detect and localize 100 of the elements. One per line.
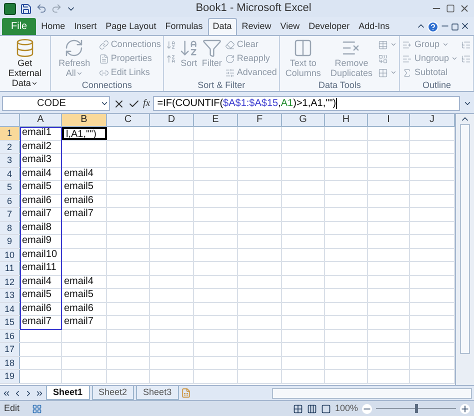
group-label: Data Tools (318, 80, 362, 91)
previous-sheet-icon[interactable] (13, 388, 22, 398)
table-cell-text: email4 (21, 168, 52, 180)
row-header[interactable]: 16 (0, 330, 20, 342)
row-header[interactable]: 2 (0, 140, 20, 153)
column-header[interactable]: I (368, 114, 410, 127)
table-cell-text: email5 (63, 289, 94, 302)
ribbon-tab[interactable]: Formulas (161, 18, 207, 35)
expand-icon (461, 40, 472, 50)
zoom-out-icon[interactable] (362, 404, 372, 414)
table-cell-text: email6 (21, 302, 52, 315)
ribbon-tab[interactable]: Insert (70, 18, 101, 35)
document-icon (98, 54, 109, 64)
table-cell-text: email1 (21, 127, 52, 140)
column-header[interactable]: F (238, 114, 282, 127)
column-header[interactable]: A (20, 114, 62, 127)
maximize-icon[interactable] (446, 4, 455, 13)
name-box[interactable]: CODE (2, 96, 110, 111)
sheet-tab[interactable]: Sheet1 (46, 386, 90, 400)
restore-icon[interactable] (451, 23, 459, 31)
row-header[interactable]: 3 (0, 154, 20, 166)
row-header[interactable]: 10 (0, 248, 20, 261)
page-break-icon[interactable] (320, 404, 331, 414)
zoom-in-icon[interactable] (460, 404, 470, 414)
table-cell-text: email3 (21, 154, 52, 166)
dropdown-icon (100, 99, 109, 108)
ribbon-tab[interactable]: Add-Ins (354, 18, 394, 35)
row-header[interactable]: 7 (0, 208, 20, 220)
column-header[interactable]: G (282, 114, 325, 127)
ribbon-tab[interactable]: Page Layout (102, 18, 160, 35)
row-header[interactable]: 11 (0, 262, 20, 274)
row-header[interactable]: 14 (0, 302, 20, 315)
group-label: Sort & Filter (196, 80, 246, 91)
column-header[interactable]: E (194, 114, 238, 127)
table-cell-text: email7 (21, 316, 52, 328)
ribbon-tab[interactable]: Developer (304, 18, 354, 35)
column-header[interactable]: J (410, 114, 455, 127)
row-header[interactable]: 15 (0, 316, 20, 328)
sheet-tab[interactable]: Sheet3 (136, 386, 179, 400)
insert-function-icon[interactable]: fx (143, 96, 150, 111)
enter-icon[interactable] (128, 98, 140, 110)
sort-descending-icon (166, 54, 176, 64)
collapse-icon (461, 54, 472, 64)
row-header[interactable]: 17 (0, 343, 20, 356)
column-header[interactable]: C (107, 114, 150, 127)
record-macro-icon[interactable] (32, 404, 42, 414)
ribbon-tab[interactable]: Review (238, 18, 276, 35)
chain-icon (98, 68, 109, 78)
table-icon (378, 40, 388, 50)
row-header[interactable]: 5 (0, 181, 20, 194)
table-cell-text: email10 (21, 248, 58, 261)
ribbon-button[interactable]: Get External Data (2, 38, 48, 88)
row-header[interactable]: 18 (0, 356, 20, 369)
row-header[interactable]: 19 (0, 370, 20, 382)
caret-icon (76, 70, 83, 78)
undo-icon[interactable] (36, 3, 47, 14)
next-sheet-icon[interactable] (24, 388, 33, 398)
sheet-tab[interactable]: Sheet2 (92, 386, 134, 400)
page-layout-icon[interactable] (306, 404, 317, 414)
table-cell-text: email5 (21, 181, 52, 194)
column-header[interactable]: B (62, 114, 107, 127)
ribbon-tab[interactable]: Data (208, 18, 237, 35)
normal-view-icon[interactable] (292, 404, 303, 414)
formula-field[interactable]: =IF(COUNTIF($A$1:$A$15,A1)>1,A1,"") (153, 96, 460, 111)
table-cell-text: email2 (21, 140, 52, 153)
row-header[interactable]: 1 (0, 127, 20, 140)
table-cell-text: email8 (21, 222, 52, 234)
row-header[interactable]: 8 (0, 222, 20, 234)
row-header[interactable]: 13 (0, 289, 20, 302)
table-cell-text: email4 (21, 276, 52, 288)
row-header[interactable]: 6 (0, 194, 20, 207)
close-icon[interactable] (460, 21, 470, 31)
ribbon-tab[interactable]: View (276, 18, 304, 35)
table-cell: l,A1,"") (62, 127, 107, 140)
cancel-icon[interactable] (113, 98, 125, 110)
row-header[interactable]: 9 (0, 235, 20, 248)
table-cell-text: email7 (63, 316, 94, 328)
group-label: Outline (421, 80, 452, 91)
zoom-slider-thumb[interactable] (415, 404, 418, 413)
file-tab[interactable]: File (2, 18, 36, 35)
zoom-level: 100% (334, 402, 358, 415)
row-header[interactable]: 12 (0, 276, 20, 288)
table-cell-text: email4 (63, 276, 94, 288)
last-sheet-icon[interactable] (35, 388, 44, 398)
first-sheet-icon[interactable] (2, 388, 11, 398)
column-header[interactable]: H (325, 114, 368, 127)
vertical-scrollbar[interactable] (455, 114, 474, 385)
row-header[interactable]: 4 (0, 168, 20, 180)
help-icon[interactable] (427, 21, 439, 33)
sliders-icon (224, 68, 235, 78)
expand-formula-icon[interactable] (463, 99, 472, 108)
horizontal-scrollbar[interactable] (272, 388, 472, 398)
filter-icon (202, 38, 222, 58)
column-header[interactable]: D (150, 114, 194, 127)
ribbon-tab[interactable]: Home (37, 18, 70, 35)
group-label: Connections (80, 80, 133, 91)
table-cell-text: email6 (63, 302, 94, 315)
close-icon[interactable] (459, 3, 470, 14)
save-icon[interactable] (20, 2, 32, 14)
database-icon (14, 38, 35, 58)
